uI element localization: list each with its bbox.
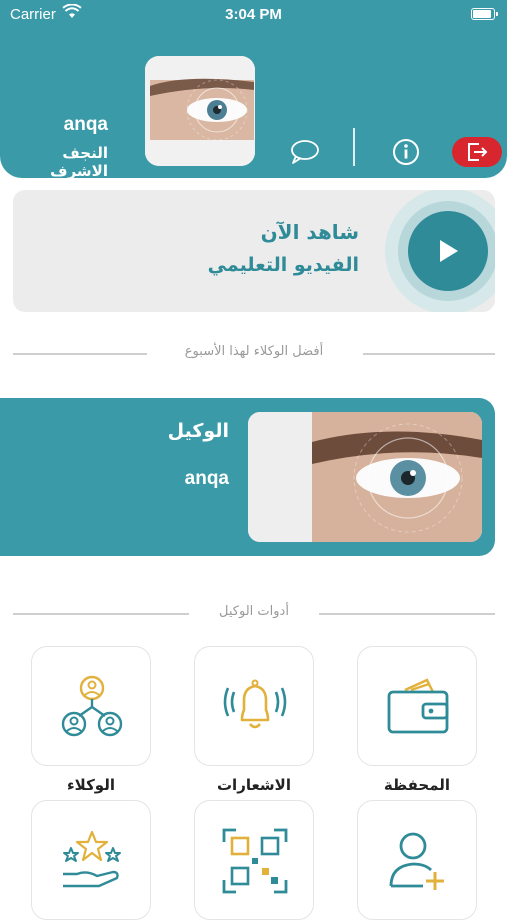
wallet-tool-button[interactable] — [357, 646, 477, 766]
video-subtitle: الفيديو التعليمي — [207, 254, 359, 276]
notifications-label: الاشعارات — [216, 776, 291, 794]
notifications-tool-button[interactable] — [194, 646, 314, 766]
bell-icon — [223, 679, 287, 729]
qr-code-tool-button[interactable] — [194, 800, 314, 920]
agents-label: الوكلاء — [67, 776, 115, 794]
tutorial-video-card[interactable]: شاهد الآن الفيديو التعليمي — [13, 190, 495, 312]
eye-photo — [248, 412, 482, 542]
user-city: النجف الاشرف — [50, 144, 108, 180]
rating-tool-button[interactable] — [31, 800, 151, 920]
agent-label: الوكيل — [167, 420, 229, 442]
wallet-icon — [387, 678, 449, 734]
user-name: anqa — [63, 114, 108, 135]
logout-button[interactable] — [452, 137, 502, 167]
battery-icon — [471, 8, 498, 20]
info-button[interactable] — [391, 137, 421, 167]
wallet-label: المحفظة — [383, 776, 451, 794]
status-time: 3:04 PM — [225, 6, 282, 23]
top-agent-card[interactable]: الوكيل anqa — [0, 398, 495, 556]
add-user-tool-button[interactable] — [357, 800, 477, 920]
status-bar: Carrier 3:04 PM — [0, 0, 507, 30]
chat-icon — [291, 140, 319, 164]
qr-code-icon — [222, 828, 288, 894]
user-avatar[interactable] — [145, 56, 255, 166]
chat-button[interactable] — [288, 138, 322, 166]
rating-stars-icon — [63, 830, 121, 888]
header-divider — [353, 128, 355, 166]
best-agents-section-title: أفضل الوكلاء لهذا الأسبوع — [13, 344, 495, 364]
agent-name: anqa — [184, 468, 229, 489]
play-halo — [385, 190, 495, 312]
agent-tools-section-title: أدوات الوكيل — [13, 604, 495, 624]
info-icon — [393, 139, 419, 165]
add-user-icon — [389, 832, 444, 890]
agent-photo — [248, 412, 482, 542]
play-button[interactable] — [408, 211, 488, 291]
video-title: شاهد الآن — [260, 220, 359, 244]
logout-icon — [468, 143, 488, 161]
play-icon — [440, 240, 458, 262]
agents-tool-button[interactable] — [31, 646, 151, 766]
eye-photo — [145, 56, 255, 166]
agents-network-icon — [61, 675, 123, 737]
